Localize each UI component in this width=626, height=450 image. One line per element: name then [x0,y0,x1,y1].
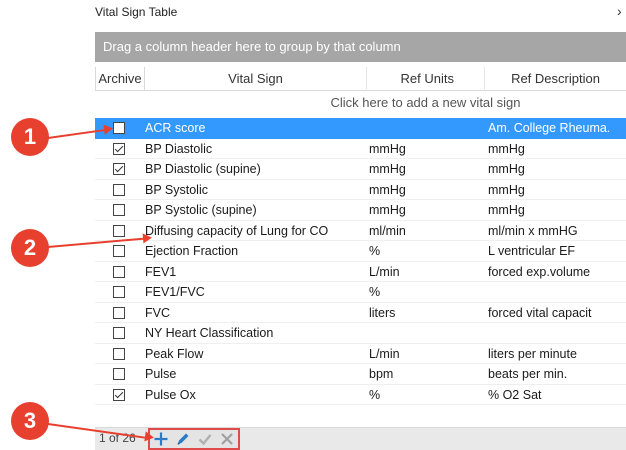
archive-checkbox[interactable] [113,142,125,155]
ref-description-cell[interactable]: liters per minute [488,344,577,364]
callout-3-arrow [144,431,155,443]
vital-sign-cell[interactable]: BP Diastolic (supine) [145,159,261,179]
ref-description-cell[interactable]: forced vital capacit [488,303,592,323]
column-header-ref-description[interactable]: Ref Description [485,67,626,91]
callout-2: 2 [11,229,49,267]
table-row[interactable]: Peak Flow L/min liters per minute [95,344,626,364]
ref-units-cell[interactable]: ml/min [369,221,406,241]
vital-sign-cell[interactable]: FEV1/FVC [145,282,205,302]
table-row[interactable]: FVC liters forced vital capacit [95,303,626,323]
navigator-bar [148,428,240,450]
grid-footer: 1 of 26 [95,427,626,450]
cancel-x-icon[interactable] [216,430,238,448]
vital-sign-cell[interactable]: BP Systolic (supine) [145,200,257,220]
column-header-row: Archive Vital Sign Ref Units Ref Descrip… [95,67,626,91]
archive-checkbox[interactable] [113,286,125,298]
save-check-icon[interactable] [194,430,216,448]
callout-1: 1 [11,118,49,156]
archive-checkbox[interactable] [113,204,125,216]
callout-3: 3 [11,402,49,440]
edit-icon[interactable] [172,430,194,448]
vital-sign-cell[interactable]: Pulse [145,364,176,384]
ref-units-cell[interactable]: mmHg [369,200,406,220]
ref-description-cell[interactable]: mmHg [488,159,525,179]
vital-sign-cell[interactable]: FEV1 [145,262,176,282]
column-header-archive[interactable]: Archive [95,67,145,91]
vital-sign-cell[interactable]: ACR score [145,118,205,138]
ref-units-cell[interactable]: L/min [369,344,400,364]
ref-description-cell[interactable]: ml/min x mmHG [488,221,578,241]
ref-units-cell[interactable]: bpm [369,364,393,384]
table-row[interactable]: NY Heart Classification [95,323,626,344]
table-row[interactable]: ACR score Am. College Rheuma. [95,118,626,139]
table-row[interactable]: Pulse Ox% % O2 Sat [95,385,626,405]
vital-sign-cell[interactable]: BP Diastolic [145,139,212,159]
archive-checkbox[interactable] [113,224,125,237]
ref-description-cell[interactable]: beats per min. [488,364,567,384]
new-item-row[interactable]: Click here to add a new vital sign [95,92,626,114]
archive-checkbox[interactable] [113,265,125,278]
vital-sign-cell[interactable]: Pulse Ox [145,385,196,405]
table-row[interactable]: BP Systolic mmHg mmHg [95,180,626,200]
callout-2-arrow [142,232,153,244]
column-header-vital-sign[interactable]: Vital Sign [145,67,367,91]
archive-checkbox[interactable] [113,183,125,196]
callout-1-arrow [103,123,114,135]
ref-description-cell[interactable]: mmHg [488,139,525,159]
vital-sign-cell[interactable]: Ejection Fraction [145,241,238,261]
ref-units-cell[interactable]: mmHg [369,180,406,200]
archive-checkbox[interactable] [113,122,125,134]
table-row[interactable]: FEV1/FVC% [95,282,626,303]
vital-sign-cell[interactable]: BP Systolic [145,180,208,200]
table-row[interactable]: BP Diastolic (supine) mmHg mmHg [95,159,626,180]
archive-checkbox[interactable] [113,306,125,319]
ref-units-cell[interactable]: mmHg [369,139,406,159]
collapse-chevron-icon[interactable]: › [617,3,622,19]
group-by-panel[interactable]: Drag a column header here to group by th… [95,32,626,62]
vital-sign-cell[interactable]: Peak Flow [145,344,203,364]
ref-units-cell[interactable]: liters [369,303,395,323]
table-row[interactable]: BP Systolic (supine) mmHg mmHg [95,200,626,221]
ref-description-cell[interactable]: mmHg [488,180,525,200]
ref-units-cell[interactable]: % [369,282,380,302]
archive-checkbox[interactable] [113,163,125,175]
ref-units-cell[interactable]: mmHg [369,159,406,179]
archive-checkbox[interactable] [113,347,125,360]
table-row[interactable]: BP Diastolic mmHg mmHg [95,139,626,159]
table-row[interactable]: FEV1 L/min forced exp.volume [95,262,626,282]
table-row[interactable]: Ejection Fraction% L ventricular EF [95,241,626,262]
table-row[interactable]: Pulse bpm beats per min. [95,364,626,385]
vital-sign-cell[interactable]: FVC [145,303,170,323]
ref-description-cell[interactable]: % O2 Sat [488,385,542,405]
column-header-ref-units[interactable]: Ref Units [367,67,485,91]
ref-units-cell[interactable]: L/min [369,262,400,282]
archive-checkbox[interactable] [113,327,125,339]
archive-checkbox[interactable] [113,388,125,401]
ref-description-cell[interactable]: Am. College Rheuma. [488,118,610,138]
ref-description-cell[interactable]: mmHg [488,200,525,220]
vital-sign-cell[interactable]: Diffusing capacity of Lung for CO [145,221,328,241]
archive-checkbox[interactable] [113,245,125,257]
vital-sign-grid: ACR score Am. College Rheuma. BP Diastolic… [95,118,626,405]
ref-units-cell[interactable]: % [369,385,380,405]
window-title: Vital Sign Table [95,5,178,19]
ref-description-cell[interactable]: forced exp.volume [488,262,590,282]
table-row[interactable]: Diffusing capacity of Lung for CO ml/min m… [95,221,626,241]
vital-sign-cell[interactable]: NY Heart Classification [145,323,273,343]
archive-checkbox[interactable] [113,368,125,380]
ref-description-cell[interactable]: L ventricular EF [488,241,575,261]
ref-units-cell[interactable]: % [369,241,380,261]
